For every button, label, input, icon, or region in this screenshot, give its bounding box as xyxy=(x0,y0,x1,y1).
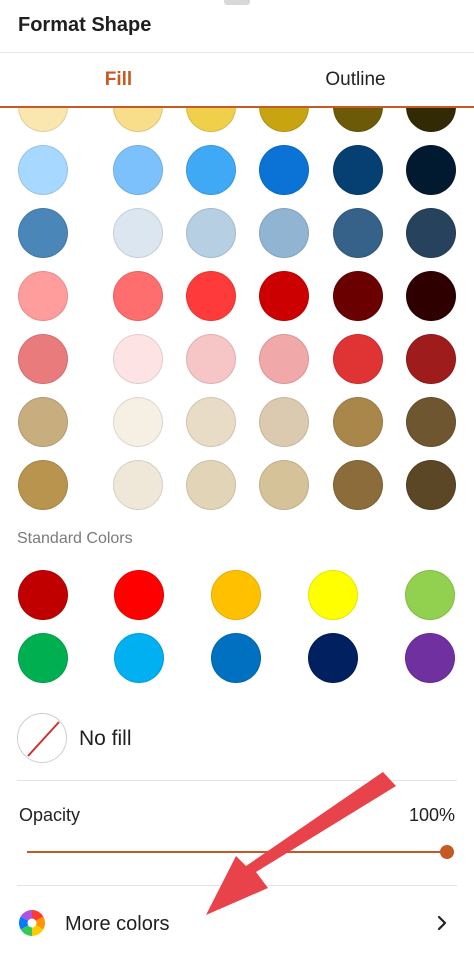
color-swatch[interactable] xyxy=(18,208,68,258)
color-swatch[interactable] xyxy=(259,397,309,447)
color-swatch[interactable] xyxy=(18,108,68,132)
standard-color-swatch[interactable] xyxy=(308,570,358,620)
color-swatch[interactable] xyxy=(406,145,456,195)
color-swatch[interactable] xyxy=(406,271,456,321)
standard-color-swatch[interactable] xyxy=(308,633,358,683)
standard-color-swatch[interactable] xyxy=(114,633,164,683)
color-swatch[interactable] xyxy=(259,145,309,195)
no-fill-label: No fill xyxy=(79,727,132,750)
color-swatch[interactable] xyxy=(113,271,163,321)
standard-color-swatch[interactable] xyxy=(114,570,164,620)
color-swatch[interactable] xyxy=(113,108,163,132)
panel-header: Format Shape xyxy=(0,0,474,53)
color-swatch[interactable] xyxy=(18,334,68,384)
standard-color-swatch[interactable] xyxy=(405,570,455,620)
standard-color-swatch[interactable] xyxy=(211,570,261,620)
divider xyxy=(17,885,457,886)
opacity-slider-thumb[interactable] xyxy=(440,845,454,859)
color-swatch[interactable] xyxy=(259,460,309,510)
color-swatch[interactable] xyxy=(113,460,163,510)
color-swatch[interactable] xyxy=(333,108,383,132)
color-swatch[interactable] xyxy=(333,271,383,321)
color-swatch[interactable] xyxy=(186,460,236,510)
color-swatch[interactable] xyxy=(186,397,236,447)
color-swatch[interactable] xyxy=(259,108,309,132)
color-swatch[interactable] xyxy=(186,108,236,132)
color-swatch[interactable] xyxy=(333,208,383,258)
color-swatch[interactable] xyxy=(333,460,383,510)
color-swatch[interactable] xyxy=(18,271,68,321)
color-swatch[interactable] xyxy=(113,208,163,258)
opacity-slider-track xyxy=(27,851,447,853)
color-swatch[interactable] xyxy=(18,460,68,510)
color-swatch[interactable] xyxy=(333,334,383,384)
color-swatch[interactable] xyxy=(113,397,163,447)
standard-color-swatch[interactable] xyxy=(211,633,261,683)
tab-outline[interactable]: Outline xyxy=(237,53,474,107)
color-swatch[interactable] xyxy=(406,334,456,384)
no-fill-option[interactable]: No fill xyxy=(17,713,457,767)
color-swatch[interactable] xyxy=(186,145,236,195)
standard-colors-label: Standard Colors xyxy=(17,530,133,547)
standard-color-swatch[interactable] xyxy=(18,633,68,683)
color-swatch[interactable] xyxy=(406,460,456,510)
color-swatch[interactable] xyxy=(406,397,456,447)
color-swatch[interactable] xyxy=(259,334,309,384)
color-swatch[interactable] xyxy=(113,334,163,384)
tab-bar: Fill Outline xyxy=(0,53,474,107)
opacity-value: 100% xyxy=(408,805,455,825)
color-swatch[interactable] xyxy=(186,334,236,384)
more-colors-label: More colors xyxy=(65,913,170,935)
more-colors-row[interactable]: More colors xyxy=(0,895,474,955)
chevron-right-icon xyxy=(437,915,447,931)
color-swatch[interactable] xyxy=(333,397,383,447)
color-swatch[interactable] xyxy=(18,397,68,447)
divider xyxy=(17,780,457,781)
color-swatch[interactable] xyxy=(406,108,456,132)
panel-title: Format Shape xyxy=(18,14,152,36)
tab-fill[interactable]: Fill xyxy=(0,53,237,107)
opacity-slider[interactable] xyxy=(27,843,454,861)
theme-color-palette xyxy=(0,108,474,516)
standard-color-swatch[interactable] xyxy=(405,633,455,683)
color-swatch[interactable] xyxy=(18,145,68,195)
color-swatch[interactable] xyxy=(333,145,383,195)
standard-color-swatch[interactable] xyxy=(18,570,68,620)
color-swatch[interactable] xyxy=(186,208,236,258)
color-wheel-icon xyxy=(18,910,46,936)
color-swatch[interactable] xyxy=(259,271,309,321)
color-swatch[interactable] xyxy=(186,271,236,321)
no-fill-icon xyxy=(17,713,67,763)
color-swatch[interactable] xyxy=(259,208,309,258)
opacity-label: Opacity xyxy=(19,805,81,825)
color-swatch[interactable] xyxy=(406,208,456,258)
color-swatch[interactable] xyxy=(113,145,163,195)
